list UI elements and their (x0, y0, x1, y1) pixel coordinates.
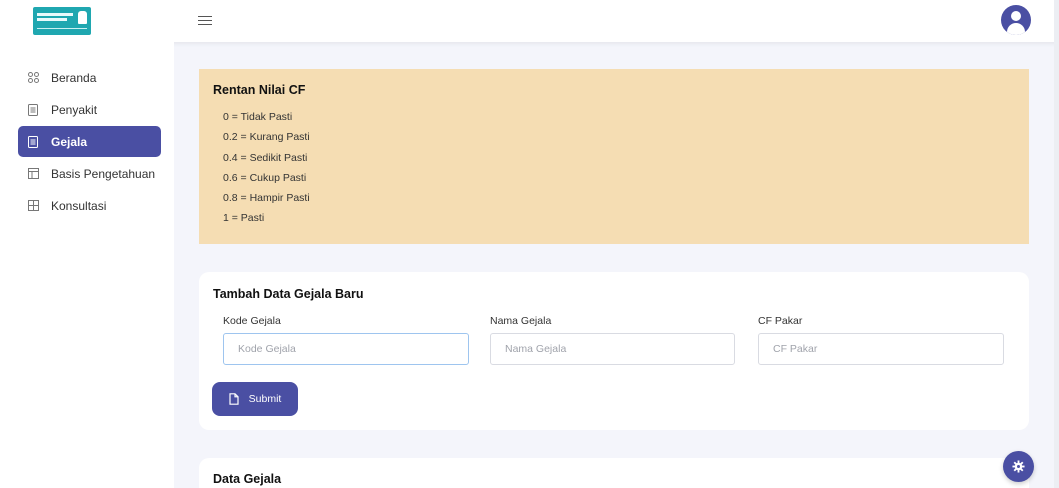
form-title: Tambah Data Gejala Baru (213, 287, 364, 301)
cf-pakar-label: CF Pakar (758, 315, 803, 327)
user-avatar[interactable] (1001, 5, 1031, 35)
kode-gejala-input[interactable] (223, 333, 469, 365)
top-navbar (0, 0, 1059, 42)
sidebar-item-label: Gejala (51, 134, 88, 149)
table-icon (27, 167, 39, 180)
submit-button-label: Submit (248, 393, 282, 405)
nama-gejala-label: Nama Gejala (490, 315, 552, 327)
hamburger-menu-icon[interactable] (198, 13, 212, 27)
app-logo[interactable] (33, 7, 91, 35)
document-icon (27, 135, 39, 148)
page-scrollbar[interactable] (1054, 0, 1059, 488)
cf-pakar-input[interactable] (758, 333, 1004, 365)
sidebar-item-konsultasi[interactable]: Konsultasi (18, 190, 161, 221)
symptom-data-card: Data Gejala (199, 458, 1029, 488)
sidebar-item-label: Konsultasi (51, 198, 107, 213)
cf-range-item: 1 = Pasti (223, 212, 265, 225)
cf-range-item: 0.2 = Kurang Pasti (223, 131, 310, 144)
cf-range-list: 0 = Tidak Pasti 0.2 = Kurang Pasti 0.4 =… (213, 107, 1015, 229)
kode-gejala-label: Kode Gejala (223, 315, 281, 327)
sidebar-item-basis-pengetahuan[interactable]: Basis Pengetahuan (18, 158, 161, 189)
tooth-icon (78, 11, 87, 24)
sidebar-item-label: Beranda (51, 70, 97, 85)
cf-range-item: 0.6 = Cukup Pasti (223, 171, 307, 184)
file-icon (229, 393, 239, 405)
document-icon (27, 103, 39, 116)
cf-range-item: 0.8 = Hampir Pasti (223, 192, 310, 205)
settings-fab-button[interactable] (1003, 451, 1034, 482)
gear-icon (1012, 460, 1025, 473)
grid-icon (27, 71, 39, 84)
add-symptom-form-card: Tambah Data Gejala Baru Kode Gejala Nama… (199, 272, 1029, 430)
cf-range-info-box: Rentan Nilai CF 0 = Tidak Pasti 0.2 = Ku… (199, 69, 1029, 244)
submit-button[interactable]: Submit (212, 382, 298, 416)
sidebar-item-label: Penyakit (51, 102, 98, 117)
sidebar: Beranda Penyakit Gejala Basis Pengetahua… (0, 42, 174, 488)
data-section-title: Data Gejala (213, 472, 282, 486)
sidebar-item-gejala[interactable]: Gejala (18, 126, 161, 157)
sidebar-item-beranda[interactable]: Beranda (18, 62, 161, 93)
cf-range-item: 0.4 = Sedikit Pasti (223, 151, 308, 164)
cf-range-title: Rentan Nilai CF (213, 83, 306, 97)
sidebar-item-label: Basis Pengetahuan (51, 166, 156, 181)
cf-range-item: 0 = Tidak Pasti (223, 111, 293, 123)
sidebar-item-penyakit[interactable]: Penyakit (18, 94, 161, 125)
table-grid-icon (27, 199, 39, 212)
nama-gejala-input[interactable] (490, 333, 735, 365)
